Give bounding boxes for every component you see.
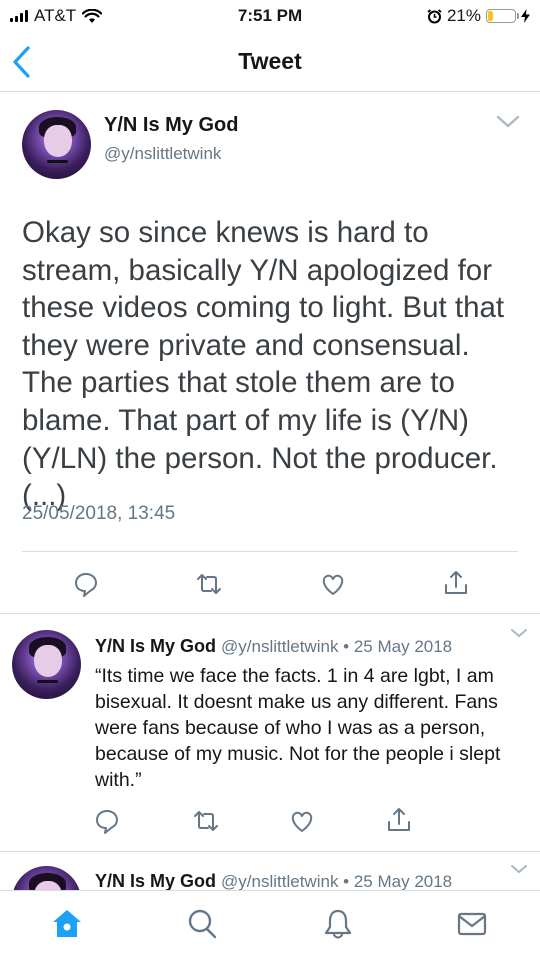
divider [0, 613, 540, 614]
chevron-down-icon[interactable] [496, 112, 520, 132]
charging-icon [521, 9, 530, 23]
main-tweet-timestamp: 25/05/2018, 13:45 [22, 503, 176, 524]
share-icon[interactable] [384, 804, 414, 834]
reply-text: “Its time we face the facts. 1 in 4 are … [95, 665, 501, 791]
divider [0, 851, 540, 852]
like-icon[interactable] [287, 806, 317, 836]
share-icon[interactable] [441, 567, 471, 597]
divider [22, 551, 518, 552]
home-icon[interactable] [50, 907, 84, 941]
search-icon[interactable] [185, 907, 219, 941]
main-tweet-actions [0, 566, 540, 602]
like-icon[interactable] [318, 569, 348, 599]
tab-bar [0, 890, 540, 960]
reply-author-name[interactable]: Y/N Is My God [95, 871, 216, 891]
alarm-icon [427, 8, 442, 23]
reply-icon[interactable] [92, 806, 122, 836]
reply-author-name[interactable]: Y/N Is My God [95, 636, 216, 656]
reply-meta: @y/nslittletwink • 25 May 2018 [221, 637, 453, 656]
battery-percent: 21% [446, 6, 481, 25]
reply-header: Y/N Is My God @y/nslittletwink • 25 May … [95, 636, 452, 657]
reply-meta: @y/nslittletwink • 25 May 2018 [221, 872, 453, 891]
messages-icon[interactable] [455, 907, 489, 941]
main-tweet-avatar[interactable] [22, 110, 91, 179]
reply-avatar[interactable] [12, 630, 81, 699]
page-title: Tweet [238, 48, 302, 74]
chevron-down-icon[interactable] [510, 864, 528, 876]
chevron-down-icon[interactable] [510, 628, 528, 640]
main-tweet-author-name[interactable]: Y/N Is My God [104, 114, 238, 137]
navigation-header: Tweet [0, 34, 540, 92]
status-right: 21% [427, 6, 530, 26]
retweet-icon[interactable] [191, 806, 221, 836]
notifications-icon[interactable] [321, 907, 355, 941]
reply-header: Y/N Is My God @y/nslittletwink • 25 May … [95, 871, 452, 892]
status-bar: AT&T 7:51 PM 21% [0, 0, 540, 34]
main-tweet-text: Okay so since knews is hard to stream, b… [22, 216, 505, 513]
main-tweet-author-handle[interactable]: @y/nslittletwink [104, 144, 221, 164]
battery-fill [488, 11, 494, 21]
battery-icon [486, 9, 519, 23]
retweet-icon[interactable] [194, 569, 224, 599]
reply-icon[interactable] [71, 569, 101, 599]
